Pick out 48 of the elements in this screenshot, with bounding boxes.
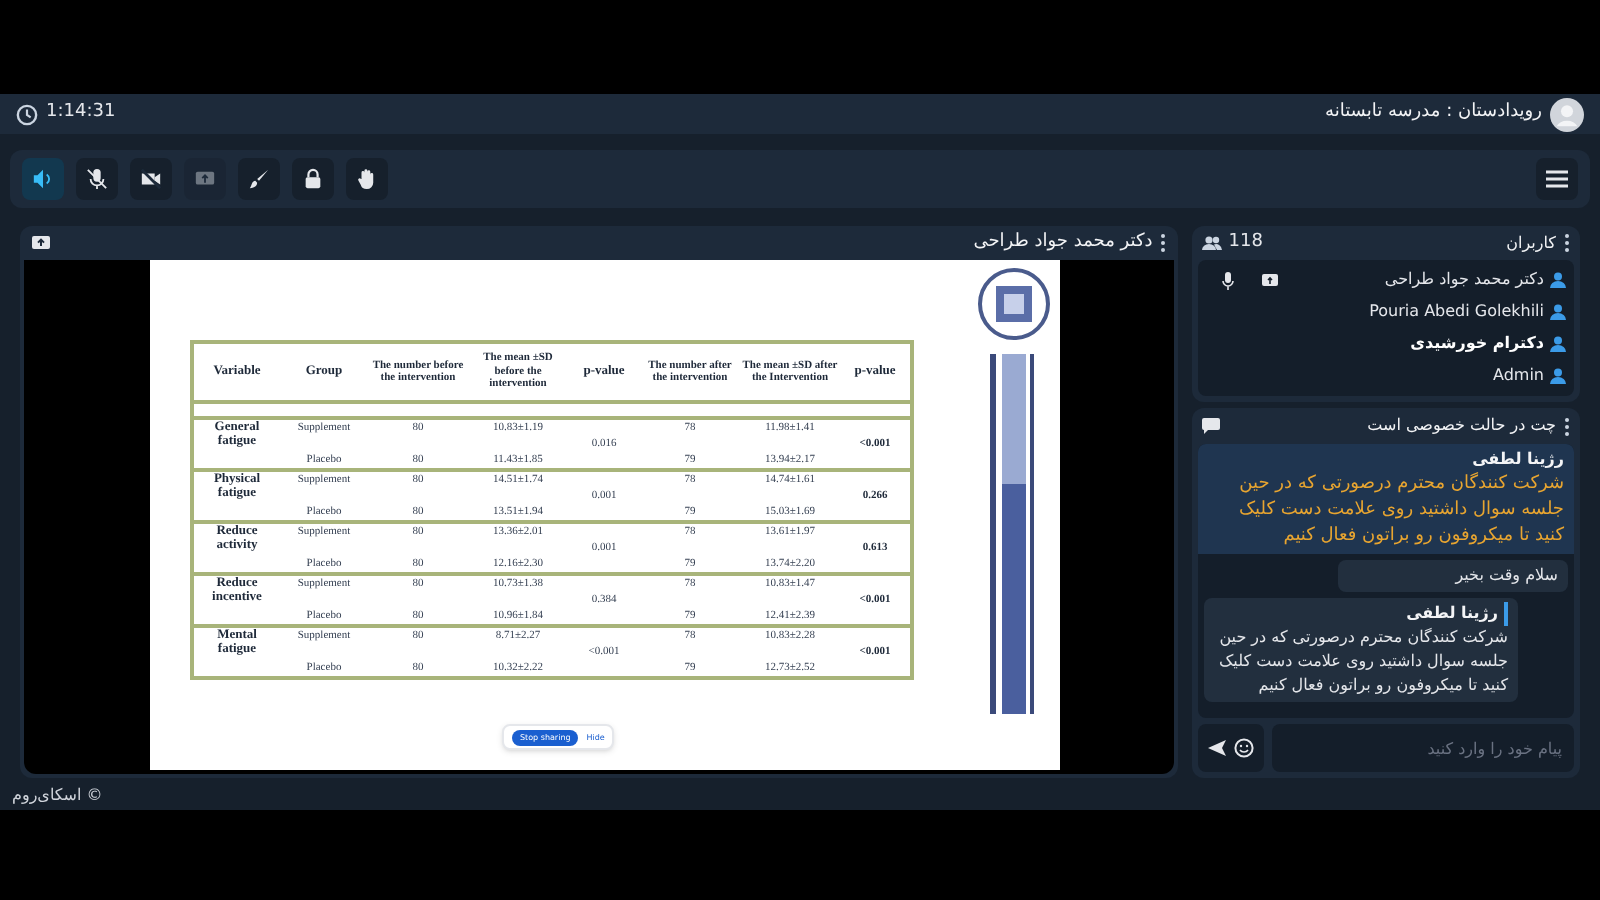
user-name: Admin <box>1493 364 1544 388</box>
chat-title: چت در حالت خصوصی است <box>1367 414 1556 438</box>
message-input[interactable]: پیام خود را وارد کنید <box>1272 724 1574 772</box>
brush-icon <box>248 168 270 190</box>
menu-button[interactable] <box>1536 158 1578 200</box>
emoji-icon[interactable] <box>1234 738 1255 758</box>
user-icon <box>1550 304 1566 320</box>
avatar-icon <box>1550 97 1584 131</box>
hand-icon <box>356 168 378 190</box>
message-author: رژینا لطفی <box>1470 448 1564 472</box>
speaker-button[interactable] <box>22 158 64 200</box>
user-name: دکترام خورشیدی <box>1410 332 1544 356</box>
kebab-icon[interactable] <box>1160 234 1167 252</box>
mic-off-button[interactable] <box>76 158 118 200</box>
clock-icon <box>16 103 38 125</box>
send-icon[interactable] <box>1208 740 1227 756</box>
brush-button[interactable] <box>238 158 280 200</box>
screen-share-icon <box>32 235 50 251</box>
users-icon <box>1202 236 1223 250</box>
lock-icon <box>302 168 324 190</box>
user-icon <box>1550 336 1566 352</box>
message-text: شرکت کنندگان محترم درصورتی که در حین جلسه سوال داشتید روی علامت دست کلیک کنید تا میکروفون رو براتون فعال کنیم <box>1236 472 1564 550</box>
screen-icon <box>194 168 216 190</box>
event-title: رویدادستان : مدرسه تابستانه <box>1325 100 1542 127</box>
mic-off-icon <box>86 168 108 190</box>
user-icon <box>1550 368 1566 384</box>
user-count: 118 <box>1228 229 1263 256</box>
camera-off-icon <box>140 168 162 190</box>
users-title: کاربران <box>1506 231 1556 255</box>
screen-share-icon[interactable] <box>1262 273 1279 287</box>
session-timer: 1:14:31 <box>46 100 116 127</box>
user-name: Pouria Abedi Golekhili <box>1369 300 1544 324</box>
kebab-icon[interactable] <box>1564 417 1570 435</box>
message-text: سلام وقت بخیر <box>1452 564 1558 588</box>
message-author: رژینا لطفی <box>1214 602 1508 626</box>
hand-button[interactable] <box>346 158 388 200</box>
lock-button[interactable] <box>292 158 334 200</box>
speaker-icon <box>32 168 54 190</box>
presenter-name: دکتر محمد جواد طراحی <box>973 229 1153 256</box>
user-name: دکتر محمد جواد طراحی <box>1384 268 1544 292</box>
message-text: شرکت کنندگان محترم درصورتی که در حین جلسه سوال داشتید روی علامت دست کلیک کنید تا میکروفون رو براتون فعال کنیم <box>1217 626 1508 698</box>
menu-icon <box>1546 170 1568 188</box>
kebab-icon[interactable] <box>1564 234 1570 252</box>
footer-copyright: اسکای‌روم © <box>12 784 103 808</box>
user-icon <box>1550 272 1566 288</box>
chat-icon <box>1202 418 1221 434</box>
camera-off-button[interactable] <box>130 158 172 200</box>
mic-icon[interactable] <box>1222 271 1235 289</box>
